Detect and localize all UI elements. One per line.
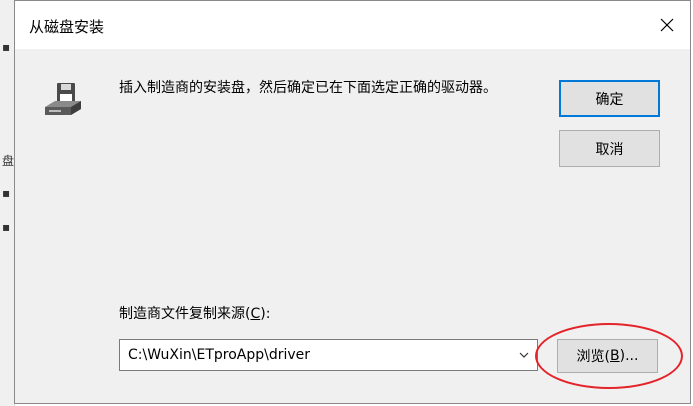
source-label: 制造商文件复制来源(C):: [119, 303, 270, 323]
dialog-body: 插入制造商的安装盘，然后确定已在下面选定正确的驱动器。 确定 取消 制造商文件复…: [15, 49, 690, 403]
close-button[interactable]: [644, 1, 690, 49]
install-from-disk-dialog: 从磁盘安装 插入制造商的安装盘，然后确定已在下面选定正确的驱动器。 确定 取消 …: [14, 0, 691, 404]
background-fragment: ▪: [2, 220, 11, 234]
browse-label-accesskey: B: [610, 348, 620, 364]
cancel-button[interactable]: 取消: [559, 130, 660, 167]
dialog-title: 从磁盘安装: [29, 18, 105, 36]
browse-label-suffix: )...: [619, 348, 639, 364]
source-label-prefix: 制造商文件复制来源(: [119, 306, 251, 322]
close-icon: [660, 18, 674, 32]
background-fragment: ▪: [2, 40, 11, 54]
background-fragment: 盘: [2, 154, 15, 168]
instruction-text: 插入制造商的安装盘，然后确定已在下面选定正确的驱动器。: [119, 80, 497, 96]
source-path-value[interactable]: C:\WuXin\ETproApp\driver: [128, 340, 310, 370]
browse-label-prefix: 浏览(: [576, 349, 611, 365]
source-path-combobox[interactable]: C:\WuXin\ETproApp\driver: [119, 339, 538, 371]
background-window: ▪ 盘 ▪ ▪: [0, 0, 15, 406]
source-label-suffix: ):: [260, 306, 271, 322]
chevron-down-icon: [519, 352, 529, 358]
floppy-drive-icon: [45, 83, 81, 115]
ok-button[interactable]: 确定: [559, 80, 660, 117]
browse-button[interactable]: 浏览(B)...: [557, 339, 658, 373]
background-fragment: ▪: [2, 186, 11, 200]
title-bar[interactable]: 从磁盘安装: [15, 1, 690, 49]
source-label-accesskey: C: [250, 306, 261, 322]
dropdown-button[interactable]: [511, 340, 537, 370]
